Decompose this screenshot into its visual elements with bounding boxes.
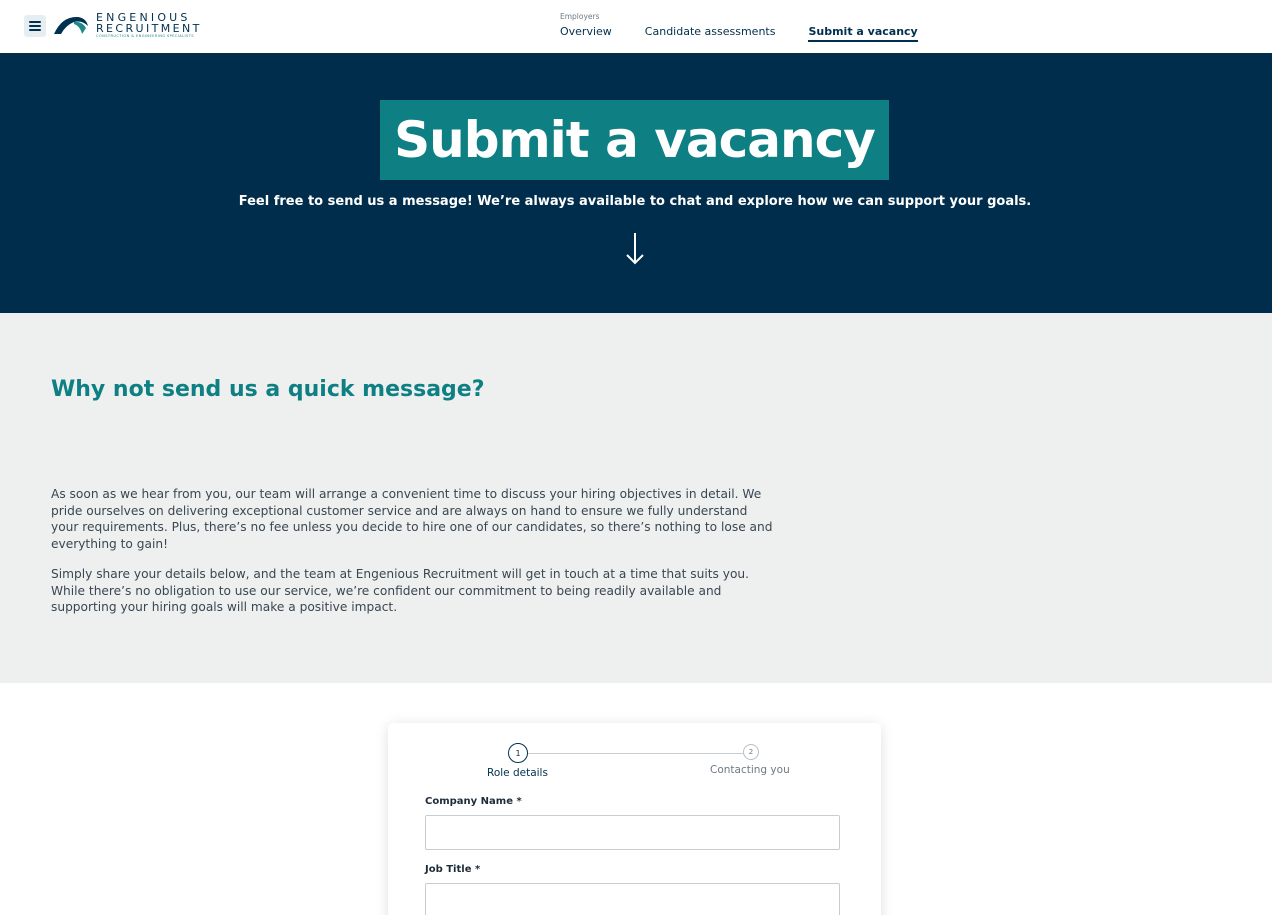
company-name-input[interactable] (425, 815, 840, 850)
intro-paragraph-2: Simply share your details below, and the… (51, 567, 749, 614)
step-1-indicator[interactable]: 1 (508, 743, 528, 763)
logo-tagline: CONSTRUCTION & ENGINEERING SPECIALISTS (96, 33, 194, 38)
logo-wordmark: ENGENIOUS RECRUITMENT CONSTRUCTION & ENG… (96, 12, 202, 39)
intro-heading: Why not send us a quick message? (51, 377, 485, 402)
vacancy-form-card: 1 2 Role details Contacting you Company … (388, 723, 881, 915)
step-1-label: Role details (487, 767, 548, 779)
job-title-input[interactable] (425, 883, 840, 915)
nav-item-candidate-assessments[interactable]: Candidate assessments (645, 25, 776, 42)
nav-item-submit-vacancy[interactable]: Submit a vacancy (808, 25, 918, 42)
nav-section-label: Employers (560, 12, 600, 21)
site-header: ENGENIOUS RECRUITMENT CONSTRUCTION & ENG… (0, 0, 1272, 53)
intro-paragraph-1: As soon as we hear from you, our team wi… (51, 487, 773, 551)
hero-subtitle: Feel free to send us a message! We’re al… (238, 194, 1032, 209)
hero-banner: Submit a vacancy Feel free to send us a … (0, 53, 1272, 313)
company-name-label: Company Name * (425, 796, 522, 807)
logo-arc-icon (54, 16, 88, 34)
logo-line-2: RECRUITMENT (96, 21, 202, 35)
nav-item-overview[interactable]: Overview (560, 25, 612, 42)
hamburger-menu-button[interactable] (24, 15, 46, 37)
main-nav: Employers Overview Candidate assessments… (560, 12, 918, 42)
site-logo[interactable]: ENGENIOUS RECRUITMENT CONSTRUCTION & ENG… (52, 11, 202, 39)
nav-items: Overview Candidate assessments Submit a … (560, 25, 918, 42)
intro-section: Why not send us a quick message? As soon… (0, 313, 1272, 683)
hero-title-highlight: Submit a vacancy (380, 100, 889, 180)
stepper-line (525, 753, 743, 754)
menu-bar (29, 21, 41, 23)
menu-bar (29, 25, 41, 27)
arrow-down-icon[interactable] (623, 231, 647, 267)
page-title: Submit a vacancy (394, 111, 876, 169)
step-2-label: Contacting you (710, 764, 790, 776)
menu-bar (29, 29, 41, 31)
step-2-indicator[interactable]: 2 (743, 744, 759, 760)
job-title-label: Job Title * (425, 864, 481, 875)
